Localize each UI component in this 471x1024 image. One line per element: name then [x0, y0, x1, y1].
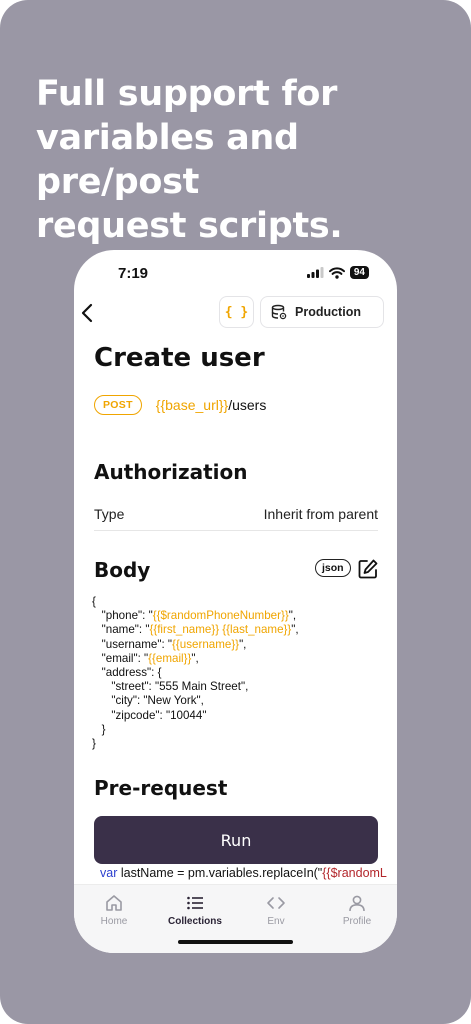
tab-profile-label: Profile: [342, 916, 372, 927]
code-text: ",: [191, 651, 199, 665]
url-path: /users: [228, 397, 267, 413]
home-indicator: [178, 940, 293, 944]
code-text: "name": ": [92, 623, 150, 637]
code-variable: {{email}}: [148, 651, 192, 665]
tab-collections[interactable]: Collections: [155, 893, 235, 927]
environment-selector[interactable]: Production: [260, 296, 384, 328]
code-text: "username": ": [92, 637, 173, 651]
code-text: "address": {: [92, 666, 162, 680]
tab-env-label: Env: [267, 916, 285, 927]
pre-request-title: Pre-request: [94, 776, 228, 800]
headline-line-3: request scripts.: [36, 206, 343, 246]
headline-line-1: Full support for: [36, 74, 338, 114]
run-button[interactable]: Run: [94, 816, 378, 864]
code-text: "phone": ": [92, 609, 153, 623]
code-text: "zipcode": "10044": [92, 708, 207, 722]
code-text: "street": "555 Main Street",: [92, 680, 249, 694]
tab-home[interactable]: Home: [74, 893, 154, 927]
code-line: {: [92, 595, 299, 609]
back-chevron-icon[interactable]: [78, 302, 98, 324]
request-url[interactable]: {{base_url}}/users: [156, 397, 267, 413]
body-code[interactable]: { "phone": "{{$randomPhoneNumber}}", "na…: [92, 595, 299, 751]
code-text: ",: [291, 623, 299, 637]
code-text: ",: [239, 637, 247, 651]
variables-button[interactable]: { }: [219, 296, 254, 328]
script-keyword: var: [100, 866, 118, 880]
tab-profile[interactable]: Profile: [317, 893, 397, 927]
variables-braces-icon: { }: [224, 304, 249, 320]
wifi-icon: [328, 266, 345, 279]
phone-screen: 7:19 94 { } Production Create user POST …: [74, 250, 397, 953]
code-line: "street": "555 Main Street",: [92, 680, 299, 694]
url-variable: {{base_url}}: [155, 397, 229, 413]
code-line: "city": "New York",: [92, 694, 299, 708]
authorization-title: Authorization: [94, 460, 248, 484]
code-line: "address": {: [92, 666, 299, 680]
code-line: "zipcode": "10044": [92, 709, 299, 723]
script-code: lastName = pm.variables.replaceIn(": [117, 866, 323, 880]
signal-icon: [306, 267, 324, 278]
code-icon: [267, 897, 285, 909]
status-time: 7:19: [118, 265, 149, 282]
code-text: "email": ": [92, 651, 149, 665]
code-variable: {{$randomPhoneNumber}}: [152, 609, 289, 623]
body-title: Body: [94, 558, 151, 582]
code-text: ",: [288, 609, 297, 623]
request-line: POST {{base_url}}/users: [94, 395, 266, 415]
status-icons: 94: [306, 266, 369, 279]
method-badge[interactable]: POST: [94, 395, 142, 415]
auth-type-value: Inherit from parent: [263, 506, 378, 522]
top-navbar: { } Production: [74, 296, 397, 330]
code-text: }: [92, 722, 106, 736]
headline-line-2: variables and pre/post: [36, 118, 299, 202]
json-format-badge[interactable]: json: [315, 559, 351, 577]
tab-collections-label: Collections: [168, 916, 222, 927]
script-string: {{$randomL: [322, 866, 387, 880]
code-variable: {{username}}: [172, 637, 240, 651]
home-icon: [106, 895, 122, 911]
database-settings-icon: [271, 304, 287, 320]
authorization-type-row[interactable]: Type Inherit from parent: [94, 506, 378, 531]
tab-home-label: Home: [100, 916, 128, 927]
code-text: "city": "New York",: [92, 694, 204, 708]
list-icon: [187, 896, 203, 910]
pre-request-script-line[interactable]: var lastName = pm.variables.replaceIn("{…: [100, 866, 387, 880]
code-line: "phone": "{{$randomPhoneNumber}}",: [92, 609, 299, 623]
edit-icon[interactable]: [357, 558, 379, 580]
code-text: {: [92, 595, 96, 608]
battery-icon: 94: [349, 266, 369, 279]
tab-env[interactable]: Env: [236, 893, 316, 927]
request-title: Create user: [94, 343, 265, 373]
code-text: }: [92, 737, 96, 751]
code-variable: {{first_name}} {{last_name}}: [149, 623, 292, 637]
person-icon: [349, 895, 365, 912]
code-line: "name": "{{first_name}} {{last_name}}",: [92, 623, 299, 637]
code-line: }: [92, 723, 299, 737]
environment-label: Production: [295, 305, 361, 319]
code-line: "username": "{{username}}",: [92, 638, 299, 652]
code-line: "email": "{{email}}",: [92, 652, 299, 666]
code-line: }: [92, 737, 299, 751]
auth-type-label: Type: [94, 506, 125, 522]
status-bar: 7:19 94: [74, 250, 397, 296]
promo-headline: Full support for variables and pre/post …: [36, 72, 456, 248]
